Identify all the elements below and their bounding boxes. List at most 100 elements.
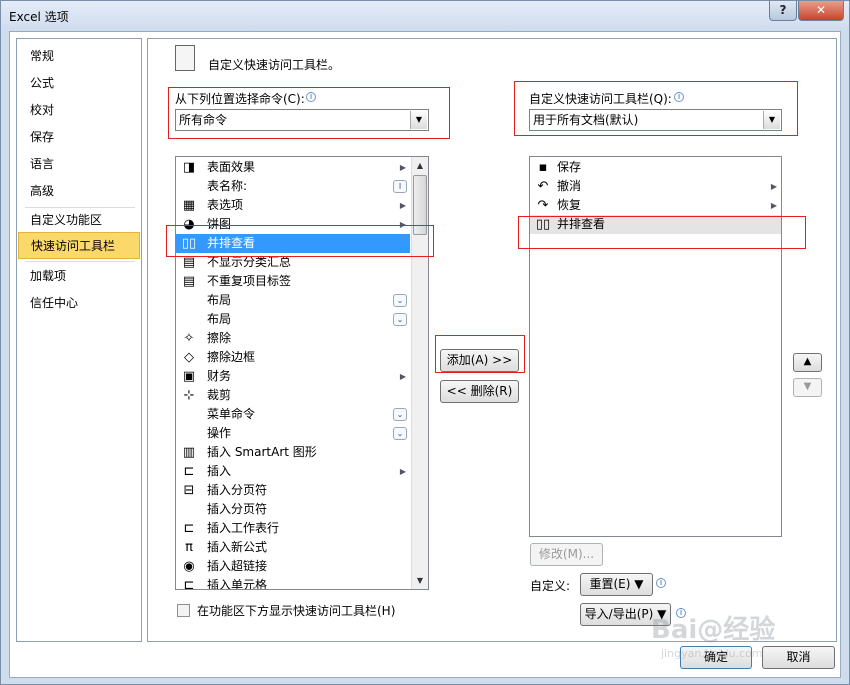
list-item[interactable]: ⊏ 插入工作表行 [176, 519, 410, 538]
submenu-arrow-icon: ▶ [399, 163, 406, 172]
submenu-arrow-icon: ▶ [399, 372, 406, 381]
command-icon [181, 293, 197, 308]
list-item[interactable]: 操作 ⌄ [176, 424, 410, 443]
list-item-label: 插入 SmartArt 图形 [207, 445, 317, 459]
command-icon [181, 502, 197, 517]
list-item[interactable]: ⊏ 插入单元格 [176, 576, 410, 590]
command-icon [181, 407, 197, 422]
command-icon: ⊟ [183, 483, 195, 498]
list-item[interactable]: ▤ 不重复项目标签 [176, 272, 410, 291]
scroll-down-icon[interactable]: ▼ [412, 572, 428, 589]
list-item[interactable]: ▥ 插入 SmartArt 图形 [176, 443, 410, 462]
modify-button[interactable]: 修改(M)... [530, 543, 603, 566]
command-icon: ▥ [182, 445, 196, 460]
list-item[interactable]: ◨ 表面效果 ▶ [176, 158, 410, 177]
customize-label: 自定义: [530, 579, 571, 593]
list-item[interactable]: 菜单命令 ⌄ [176, 405, 410, 424]
list-item-label: 恢复 [557, 198, 582, 212]
list-item[interactable]: 布局 ⌄ [176, 310, 410, 329]
nav-item-formulas[interactable]: 公式 [18, 70, 140, 97]
quick-access-panel: 自定义快速访问工具栏。 从下列位置选择命令(C): i 所有命令 ▼ ◨ 表面效果… [147, 38, 837, 642]
list-item[interactable]: ▦ 表选项 ▶ [176, 196, 410, 215]
window-title: Excel 选项 [9, 10, 69, 24]
command-icon: ↶ [537, 179, 549, 194]
list-item-label: 插入分页符 [207, 483, 268, 497]
list-item[interactable]: ◇ 擦除边框 [176, 348, 410, 367]
nav-item-addins[interactable]: 加载项 [18, 263, 140, 290]
toolbar-commands-list[interactable]: ▪ 保存 ↶ 撤消 ▶ ↷ 恢复 ▶ ▯▯ 并排查看 [529, 156, 782, 537]
info-icon: i [656, 578, 666, 588]
move-up-button[interactable]: ▲ [793, 353, 822, 372]
submenu-arrow-icon: ▶ [770, 182, 777, 191]
list-item-label: 表选项 [207, 198, 244, 212]
command-icon: π [185, 540, 193, 555]
list-item-label: 保存 [557, 160, 582, 174]
options-nav: 常规 公式 校对 保存 语言 高级 自定义功能区 快速访问工具栏 加载项 信任中… [16, 38, 142, 642]
annotation-box [168, 87, 450, 139]
list-item[interactable]: π 插入新公式 [176, 538, 410, 557]
reset-button[interactable]: 重置(E) ▼ [580, 573, 653, 596]
nav-item-general[interactable]: 常规 [18, 43, 140, 70]
list-item-label: 表面效果 [207, 160, 256, 174]
command-icon: ↷ [537, 198, 549, 213]
available-commands-list[interactable]: ◨ 表面效果 ▶ 表名称: I ▦ 表选项 ▶ ◕ 饼图 ▶ ▯▯ 并排查看 ▤ 不显示分类汇总 ▤ 不重复项目… [175, 156, 429, 590]
nav-item-trust-center[interactable]: 信任中心 [18, 290, 140, 317]
text-cursor-icon: I [393, 180, 407, 193]
list-item[interactable]: ✧ 擦除 [176, 329, 410, 348]
list-item-label: 表名称: [207, 179, 248, 193]
watermark-logo: Bai@经验 [651, 615, 776, 645]
command-icon [181, 179, 197, 194]
list-item[interactable]: ▣ 财务 ▶ [176, 367, 410, 386]
list-item-label: 布局 [207, 293, 232, 307]
remove-button[interactable]: << 删除(R) [440, 380, 519, 403]
list-item[interactable]: ↶ 撤消 ▶ [530, 177, 781, 196]
command-icon: ◉ [183, 559, 195, 574]
nav-item-advanced[interactable]: 高级 [18, 178, 140, 205]
move-down-button[interactable]: ▼ [793, 378, 822, 397]
scroll-up-icon[interactable]: ▲ [412, 157, 428, 174]
list-item-label: 布局 [207, 312, 232, 326]
show-below-ribbon-checkbox[interactable] [177, 604, 190, 617]
list-item[interactable]: ↷ 恢复 ▶ [530, 196, 781, 215]
nav-item-save[interactable]: 保存 [18, 124, 140, 151]
list-item-label: 插入分页符 [207, 502, 268, 516]
command-icon: ▣ [182, 369, 196, 384]
left-list-scrollbar[interactable]: ▲ ▼ [411, 157, 428, 589]
command-icon: ⊏ [183, 521, 195, 536]
list-item[interactable]: ◉ 插入超链接 [176, 557, 410, 576]
list-item[interactable]: ⊟ 插入分页符 [176, 481, 410, 500]
list-item[interactable]: 插入分页符 [176, 500, 410, 519]
list-item[interactable]: ⊹ 裁剪 [176, 386, 410, 405]
list-item-label: 擦除 [207, 331, 232, 345]
command-icon: ⊹ [183, 388, 195, 403]
list-item-label: 插入新公式 [207, 540, 268, 554]
cancel-button[interactable]: 取消 [762, 646, 835, 669]
dialog-client: 常规 公式 校对 保存 语言 高级 自定义功能区 快速访问工具栏 加载项 信任中… [9, 31, 841, 678]
list-item-label: 擦除边框 [207, 350, 256, 364]
dropdown-icon: ⌄ [393, 408, 407, 421]
nav-item-proofing[interactable]: 校对 [18, 97, 140, 124]
submenu-arrow-icon: ▶ [770, 201, 777, 210]
command-icon: ✧ [183, 331, 195, 346]
command-icon: ◨ [182, 160, 196, 175]
toolbar-header-icon [175, 45, 195, 71]
annotation-box [514, 81, 798, 136]
command-icon [181, 426, 197, 441]
submenu-arrow-icon: ▶ [399, 201, 406, 210]
help-button[interactable]: ? [769, 1, 797, 21]
command-icon: ▪ [538, 160, 548, 175]
list-item[interactable]: 布局 ⌄ [176, 291, 410, 310]
watermark-url: jingyan.baidu.com [661, 647, 763, 660]
list-item-label: 插入工作表行 [207, 521, 280, 535]
command-icon: ▤ [182, 274, 196, 289]
nav-item-customize-ribbon[interactable]: 自定义功能区 [18, 207, 140, 234]
nav-item-quick-access-toolbar[interactable]: 快速访问工具栏 [18, 232, 140, 259]
list-item-label: 插入超链接 [207, 559, 268, 573]
list-item[interactable]: ⊏ 插入 ▶ [176, 462, 410, 481]
nav-item-language[interactable]: 语言 [18, 151, 140, 178]
list-item[interactable]: 表名称: I [176, 177, 410, 196]
list-item[interactable]: ▪ 保存 [530, 158, 781, 177]
command-icon: ⊏ [183, 578, 195, 590]
close-button[interactable]: ✕ [798, 1, 844, 21]
dropdown-icon: ⌄ [393, 313, 407, 326]
